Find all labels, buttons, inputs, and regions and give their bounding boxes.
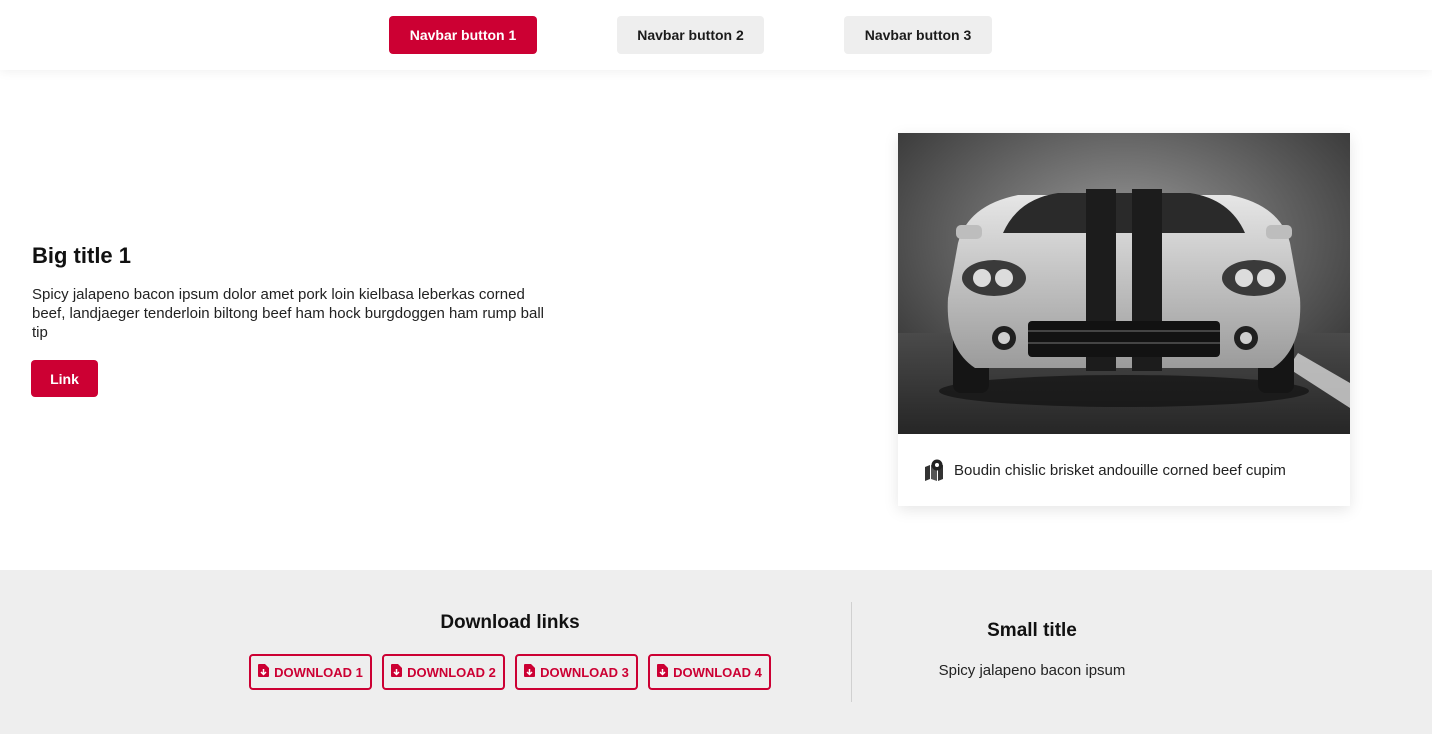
download-button-4[interactable]: DOWNLOAD 4 bbox=[648, 654, 771, 690]
sports-car-image bbox=[898, 133, 1350, 434]
hero-body-text: Spicy jalapeno bacon ipsum dolor amet po… bbox=[32, 286, 545, 341]
navbar: Navbar button 1 Navbar button 2 Navbar b… bbox=[0, 0, 1432, 70]
download-button-label: DOWNLOAD 3 bbox=[540, 664, 629, 680]
hero-link-button[interactable]: Link bbox=[31, 360, 98, 397]
download-button-1[interactable]: DOWNLOAD 1 bbox=[249, 654, 372, 690]
download-button-label: DOWNLOAD 2 bbox=[407, 664, 496, 680]
download-button-label: DOWNLOAD 4 bbox=[673, 664, 762, 680]
file-download-icon bbox=[524, 664, 536, 680]
file-download-icon bbox=[391, 664, 403, 680]
navbar-button-3[interactable]: Navbar button 3 bbox=[844, 16, 992, 54]
file-download-icon bbox=[657, 664, 669, 680]
download-links-title: Download links bbox=[440, 612, 580, 633]
footer: Download links DOWNLOAD 1 DOWNLOAD 2 DOW… bbox=[0, 570, 1432, 734]
navbar-button-2[interactable]: Navbar button 2 bbox=[617, 16, 764, 54]
download-button-2[interactable]: DOWNLOAD 2 bbox=[382, 654, 505, 690]
card-caption: Boudin chislic brisket andouille corned … bbox=[924, 458, 1286, 482]
hero-section: Big title 1 Spicy jalapeno bacon ipsum d… bbox=[32, 240, 572, 342]
download-button-3[interactable]: DOWNLOAD 3 bbox=[515, 654, 638, 690]
small-body-text: Spicy jalapeno bacon ipsum bbox=[938, 662, 1126, 679]
footer-divider bbox=[851, 602, 852, 702]
feature-card: Boudin chislic brisket andouille corned … bbox=[898, 133, 1350, 506]
small-title: Small title bbox=[987, 620, 1077, 641]
hero-title: Big title 1 bbox=[32, 243, 132, 268]
download-button-label: DOWNLOAD 1 bbox=[274, 664, 363, 680]
file-download-icon bbox=[258, 664, 270, 680]
map-location-icon bbox=[924, 459, 944, 481]
navbar-button-1[interactable]: Navbar button 1 bbox=[389, 16, 537, 54]
card-caption-text: Boudin chislic brisket andouille corned … bbox=[954, 461, 1286, 479]
